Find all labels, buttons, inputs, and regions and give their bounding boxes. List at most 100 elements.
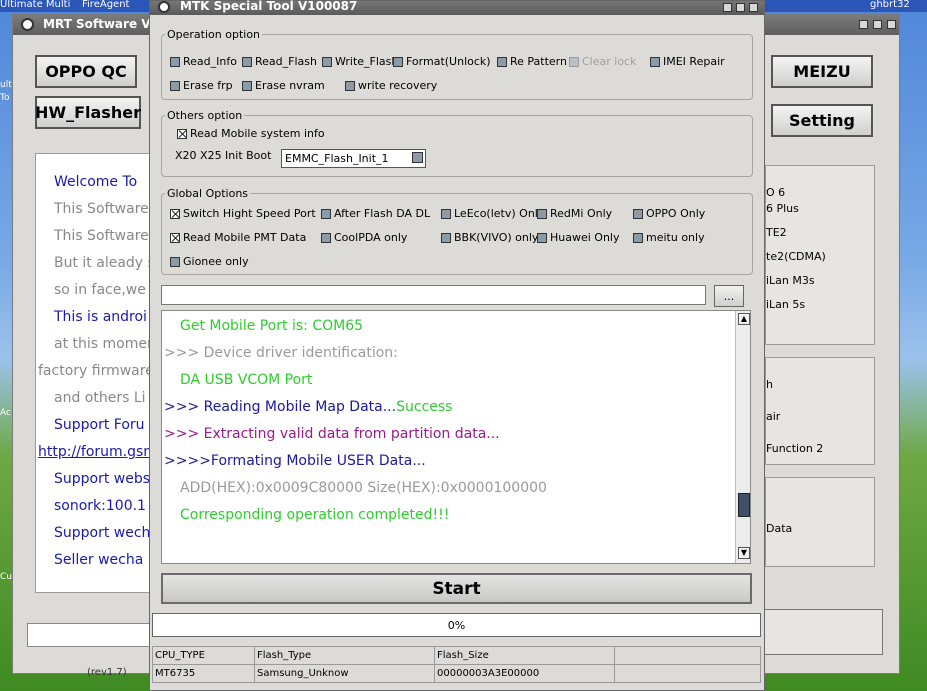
log-output[interactable]: Get Mobile Port is: COM65 >>> Device driv… (161, 310, 751, 564)
global-after-flash-da-dl-checkbox[interactable]: After Flash DA DL (321, 207, 430, 220)
checkbox-box[interactable] (242, 56, 252, 67)
checkbox-label: Clear lock (582, 55, 637, 68)
maximize-icon[interactable] (873, 20, 882, 29)
log-scrollbar[interactable]: ▲ ▼ (735, 311, 750, 563)
global-oppo-only-checkbox[interactable]: OPPO Only (633, 207, 705, 220)
table-header-cell (614, 646, 761, 665)
model-item[interactable]: iLan M3s (766, 274, 815, 287)
mrt-window-title: MRT Software V (43, 17, 151, 31)
function-item[interactable]: Function 2 (766, 442, 823, 455)
browse-button[interactable]: ... (714, 285, 744, 307)
checkbox-box[interactable] (170, 208, 180, 219)
model-item[interactable]: te2(CDMA) (766, 250, 826, 263)
start-button[interactable]: Start (161, 573, 752, 604)
checkbox-label: LeEco(letv) Only (454, 207, 545, 220)
checkbox-box[interactable] (345, 80, 355, 91)
model-item[interactable]: O 6 (766, 186, 785, 199)
checkbox-box[interactable] (170, 232, 180, 243)
log-line-text: >>> Device driver identification: (164, 345, 398, 361)
desktop-label-ac[interactable]: Ac (0, 408, 11, 418)
op-re-pattern-l-checkbox[interactable]: Re Pattern l (497, 55, 574, 68)
operation-option-legend: Operation option (167, 28, 261, 41)
checkbox-box[interactable] (170, 80, 180, 91)
op-format-unlock-checkbox[interactable]: Format(Unlock) (393, 55, 491, 68)
op-erase-frp-checkbox[interactable]: Erase frp (170, 79, 233, 92)
table-row: MT6735 Samsung_Unknow 00000003A3E00000 (152, 664, 761, 683)
desktop-label-ghbrt[interactable]: ghbrt32 (870, 0, 910, 10)
global-redmi-only-checkbox[interactable]: RedMi Only (537, 207, 612, 220)
close-icon[interactable] (887, 20, 896, 29)
checkbox-box[interactable] (321, 208, 331, 219)
global-bbk-vivo-only-checkbox[interactable]: BBK(VIVO) only (441, 231, 538, 244)
model-item[interactable]: 6 Plus (766, 202, 799, 215)
function-item[interactable]: h (766, 378, 773, 391)
op-write-recovery-checkbox[interactable]: write recovery (345, 79, 437, 92)
data-panel[interactable]: Data (765, 477, 875, 567)
data-item[interactable]: Data (766, 522, 792, 535)
checkbox-box[interactable] (170, 56, 180, 67)
checkbox-box[interactable] (441, 208, 451, 219)
forum-link[interactable]: http://forum.gsm (38, 444, 157, 460)
checkbox-box[interactable] (441, 232, 451, 243)
minimize-icon[interactable] (723, 3, 732, 12)
checkbox-box[interactable] (633, 208, 643, 219)
maximize-icon[interactable] (736, 3, 745, 12)
global-switch-hight-speed-port-checkbox[interactable]: Switch Hight Speed Port (170, 207, 316, 220)
checkbox-box[interactable] (242, 80, 252, 91)
checkbox-box[interactable] (393, 56, 403, 67)
global-gionee-only-checkbox[interactable]: Gionee only (170, 255, 249, 268)
checkbox-box[interactable] (537, 208, 547, 219)
dropdown-arrow-icon[interactable] (412, 152, 423, 163)
file-path-input[interactable] (161, 285, 706, 305)
desktop-label-to[interactable]: To (0, 93, 9, 103)
welcome-line: Support webs (54, 471, 151, 487)
meizu-button[interactable]: MEIZU (771, 55, 873, 88)
read-mobile-system-info-checkbox[interactable]: Read Mobile system info (177, 127, 325, 140)
model-item[interactable]: TE2 (766, 226, 787, 239)
init-boot-select[interactable]: EMMC_Flash_Init_1 (281, 149, 426, 168)
checkbox-box[interactable] (497, 56, 507, 67)
checkbox-box[interactable] (537, 232, 547, 243)
desktop-label-fireagent[interactable]: FireAgent (82, 0, 129, 10)
function-item[interactable]: air (766, 410, 780, 423)
model-list-panel[interactable]: O 6 6 Plus TE2 te2(CDMA) iLan M3s iLan 5… (765, 165, 875, 345)
checkbox-label: Read Mobile system info (190, 127, 325, 140)
op-erase-nvram-checkbox[interactable]: Erase nvram (242, 79, 325, 92)
global-huawei-only-checkbox[interactable]: Huawei Only (537, 231, 620, 244)
scroll-thumb[interactable] (738, 493, 750, 517)
mrt-status-field (27, 623, 157, 647)
scroll-down-icon[interactable]: ▼ (738, 547, 750, 559)
model-item[interactable]: iLan 5s (766, 298, 805, 311)
global-coolpda-only-checkbox[interactable]: CoolPDA only (321, 231, 407, 244)
hw-flasher-button[interactable]: HW_Flasher (35, 96, 141, 129)
others-option-legend: Others option (167, 109, 243, 122)
global-leeco-letv-only-checkbox[interactable]: LeEco(letv) Only (441, 207, 544, 220)
op-read-flash-checkbox[interactable]: Read_Flash (242, 55, 317, 68)
checkbox-box[interactable] (633, 232, 643, 243)
mtk-title-bar[interactable]: MTK Special Tool V100087 (150, 0, 764, 15)
scroll-up-icon[interactable]: ▲ (738, 313, 750, 325)
table-cell: Samsung_Unknow (254, 664, 435, 683)
checkbox-box[interactable] (321, 232, 331, 243)
setting-button[interactable]: Setting (771, 104, 873, 137)
table-cell: 00000003A3E00000 (434, 664, 615, 683)
checkbox-box[interactable] (170, 256, 180, 267)
welcome-line: at this momer (54, 336, 153, 352)
op-read-info-checkbox[interactable]: Read_Info (170, 55, 237, 68)
checkbox-box[interactable] (650, 56, 660, 67)
oppo-qc-button[interactable]: OPPO QC (35, 55, 137, 88)
op-imei-repair-checkbox[interactable]: IMEI Repair (650, 55, 725, 68)
op-write-flash-checkbox[interactable]: Write_Flash (322, 55, 398, 68)
function-panel[interactable]: h air Function 2 (765, 357, 875, 465)
global-meitu-only-checkbox[interactable]: meitu only (633, 231, 705, 244)
global-read-mobile-pmt-data-checkbox[interactable]: Read Mobile PMT Data (170, 231, 306, 244)
progress-text: 0% (447, 618, 466, 632)
mrt-side-box (763, 609, 883, 655)
close-icon[interactable] (749, 3, 758, 12)
checkbox-label: RedMi Only (550, 207, 613, 220)
checkbox-box[interactable] (322, 56, 332, 67)
minimize-icon[interactable] (859, 20, 868, 29)
checkbox-box[interactable] (177, 128, 187, 139)
desktop-label-ult[interactable]: ult (0, 80, 12, 90)
desktop-label-ultimate[interactable]: Ultimate Multi (0, 0, 70, 10)
